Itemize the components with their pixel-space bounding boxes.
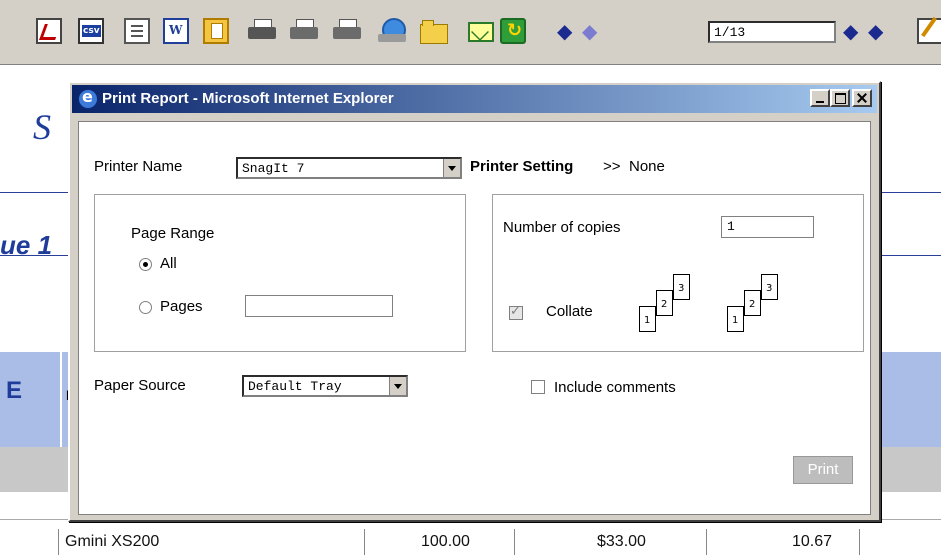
paper-source-select[interactable]: Default Tray [242, 375, 408, 397]
minimize-button[interactable] [810, 89, 830, 107]
print-setup-icon[interactable] [333, 18, 363, 44]
printer-name-value: SnagIt 7 [242, 161, 305, 176]
close-button[interactable] [852, 89, 872, 107]
folder-icon[interactable] [420, 18, 448, 44]
page-range-group: Page Range All Pages [94, 194, 466, 352]
csv-icon-label: csv [82, 25, 101, 37]
last-page-icon[interactable]: ◆ [868, 21, 883, 41]
web-icon[interactable] [378, 18, 406, 44]
printer-name-select[interactable]: SnagIt 7 [236, 157, 462, 179]
refresh-icon[interactable]: ↻ [500, 18, 526, 44]
radio-all-label: All [160, 255, 177, 272]
word-export-icon[interactable]: W [163, 18, 189, 44]
paper-source-value: Default Tray [248, 379, 342, 394]
collate-checkbox[interactable] [509, 304, 523, 320]
previous-page-icon[interactable]: ◆ [582, 21, 597, 41]
excel-export-icon[interactable] [203, 18, 229, 44]
table-cell-product: Gmini XS200 [65, 533, 160, 550]
printer-setting-label: Printer Setting [470, 158, 574, 175]
collate-illustration-icon: 1 2 3 [639, 270, 701, 336]
report-toolbar: csv W ↻ ◆ ◆ 1/13 ◆ ◆ [0, 0, 941, 65]
print-report-dialog: Print Report - Microsoft Internet Explor… [68, 81, 881, 522]
collate-label: Collate [546, 303, 593, 320]
report-title: S [33, 107, 51, 147]
csv-export-icon[interactable]: csv [78, 18, 104, 44]
text-export-icon[interactable] [124, 18, 150, 44]
print-icon[interactable] [248, 18, 278, 44]
printer-setting-value: None [629, 158, 665, 175]
dialog-titlebar[interactable]: Print Report - Microsoft Internet Explor… [72, 85, 877, 113]
header-divider [60, 352, 62, 447]
edit-icon[interactable] [917, 18, 941, 44]
table-row: Gmini XS200 100.00 $33.00 10.67 [58, 529, 919, 555]
pages-input[interactable] [245, 295, 393, 317]
column-divider [514, 529, 515, 555]
pdf-export-icon[interactable] [36, 18, 62, 44]
table-cell-total: 10.67 [792, 533, 833, 550]
column-divider [706, 529, 707, 555]
copies-label: Number of copies [503, 219, 621, 236]
copies-input[interactable]: 1 [721, 216, 814, 238]
chevron-down-icon[interactable] [443, 159, 460, 177]
table-cell-qty: 100.00 [421, 533, 470, 550]
collate-illustration-icon: 1 2 3 [727, 270, 789, 336]
copies-group: Number of copies 1 Collate 1 2 3 1 2 3 [492, 194, 864, 352]
radio-all[interactable] [139, 258, 152, 271]
page-number-input[interactable]: 1/13 [708, 21, 836, 43]
report-subtitle: ue 1 [0, 230, 53, 260]
column-divider [859, 529, 860, 555]
paper-source-label: Paper Source [94, 377, 186, 394]
dialog-body: Printer Name SnagIt 7 Printer Setting >>… [78, 121, 871, 515]
dialog-title: Print Report - Microsoft Internet Explor… [102, 90, 394, 107]
print-all-icon[interactable] [290, 18, 320, 44]
printer-name-label: Printer Name [94, 158, 183, 175]
copies-value: 1 [727, 219, 735, 234]
table-cell-price: $33.00 [597, 533, 646, 550]
radio-pages-label: Pages [160, 298, 203, 315]
page-range-label: Page Range [131, 225, 215, 242]
first-page-icon[interactable]: ◆ [557, 21, 572, 41]
maximize-button[interactable] [830, 89, 850, 107]
include-comments-checkbox[interactable] [531, 380, 545, 394]
include-comments-label: Include comments [554, 379, 676, 396]
print-button[interactable]: Print [793, 456, 853, 484]
column-divider [364, 529, 365, 555]
email-icon[interactable] [468, 22, 494, 42]
printer-setting-separator: >> [603, 158, 621, 175]
next-page-icon[interactable]: ◆ [843, 21, 858, 41]
internet-explorer-icon [78, 87, 98, 109]
radio-pages[interactable] [139, 301, 152, 314]
chevron-down-icon[interactable] [389, 377, 406, 395]
table-header-cell: E [6, 377, 23, 404]
